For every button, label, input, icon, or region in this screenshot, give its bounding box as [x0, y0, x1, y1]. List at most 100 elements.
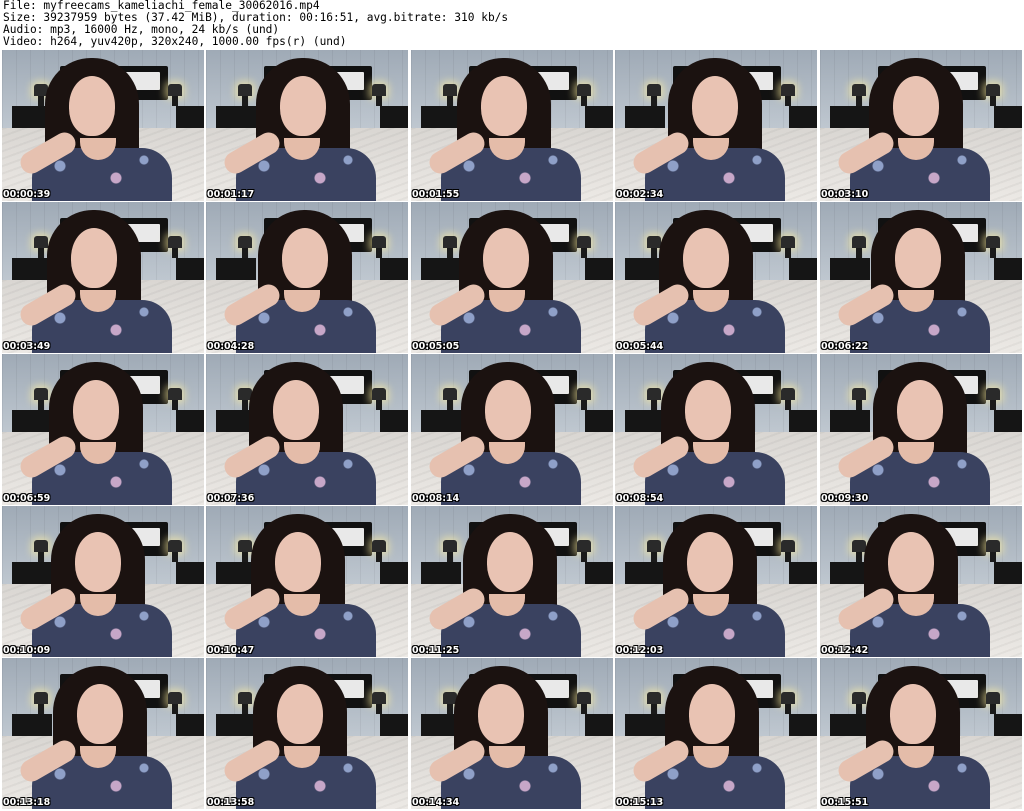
- lamp-icon: [781, 236, 795, 258]
- lamp-icon: [238, 692, 252, 714]
- video-thumbnail[interactable]: 00:05:44: [615, 202, 817, 353]
- lamp-icon: [34, 540, 48, 562]
- video-thumbnail[interactable]: 00:14:34: [411, 658, 613, 809]
- timestamp-label: 00:03:49: [3, 341, 51, 352]
- video-thumbnail[interactable]: 00:03:10: [820, 50, 1022, 201]
- lamp-icon: [986, 236, 1000, 258]
- nightstand: [176, 562, 204, 584]
- video-thumbnail[interactable]: 00:10:47: [206, 506, 408, 657]
- lamp-icon: [238, 236, 252, 258]
- video-thumbnail[interactable]: 00:07:36: [206, 354, 408, 505]
- video-thumbnail[interactable]: 00:06:22: [820, 202, 1022, 353]
- lamp-icon: [781, 540, 795, 562]
- person-face: [273, 380, 319, 440]
- video-thumbnail[interactable]: 00:02:34: [615, 50, 817, 201]
- video-thumbnail[interactable]: 00:04:28: [206, 202, 408, 353]
- video-thumbnail[interactable]: 00:01:55: [411, 50, 613, 201]
- person-face: [483, 228, 529, 288]
- lamp-icon: [577, 84, 591, 106]
- person-face: [687, 532, 733, 592]
- person-face: [895, 228, 941, 288]
- nightstand: [176, 258, 204, 280]
- video-thumbnail[interactable]: 00:08:54: [615, 354, 817, 505]
- nightstand: [625, 106, 665, 128]
- timestamp-label: 00:04:28: [207, 341, 255, 352]
- lamp-icon: [577, 692, 591, 714]
- lamp-icon: [372, 540, 386, 562]
- lamp-icon: [443, 236, 457, 258]
- video-thumbnail[interactable]: 00:08:14: [411, 354, 613, 505]
- video-thumbnail[interactable]: 00:06:59: [2, 354, 204, 505]
- person-face: [282, 228, 328, 288]
- timestamp-label: 00:15:51: [821, 797, 869, 808]
- timestamp-label: 00:14:34: [412, 797, 460, 808]
- nightstand: [994, 410, 1022, 432]
- lamp-icon: [577, 236, 591, 258]
- nightstand: [176, 714, 204, 736]
- nightstand: [625, 714, 665, 736]
- lamp-icon: [443, 540, 457, 562]
- video-thumbnail[interactable]: 00:09:30: [820, 354, 1022, 505]
- lamp-icon: [443, 388, 457, 410]
- video-thumbnail[interactable]: 00:03:49: [2, 202, 204, 353]
- nightstand: [789, 258, 817, 280]
- timestamp-label: 00:00:39: [3, 189, 51, 200]
- person-face: [689, 684, 735, 744]
- nightstand: [176, 106, 204, 128]
- timestamp-label: 00:11:25: [412, 645, 460, 656]
- nightstand: [625, 410, 665, 432]
- lamp-icon: [372, 236, 386, 258]
- nightstand: [421, 562, 461, 584]
- lamp-icon: [647, 388, 661, 410]
- nightstand: [994, 562, 1022, 584]
- video-thumbnail[interactable]: 00:00:39: [2, 50, 204, 201]
- person-face: [485, 380, 531, 440]
- nightstand: [216, 258, 256, 280]
- nightstand: [216, 714, 256, 736]
- nightstand: [830, 714, 870, 736]
- nightstand: [12, 258, 52, 280]
- thumbnail-grid: 00:00:39 00:01:17 00:01:55 00:02:34 00:03:10…: [2, 50, 1022, 809]
- video-thumbnail[interactable]: 00:05:05: [411, 202, 613, 353]
- timestamp-label: 00:06:22: [821, 341, 869, 352]
- timestamp-label: 00:09:30: [821, 493, 869, 504]
- video-thumbnail[interactable]: 00:13:58: [206, 658, 408, 809]
- nightstand: [380, 410, 408, 432]
- person-face: [69, 76, 115, 136]
- lamp-icon: [372, 692, 386, 714]
- lamp-icon: [168, 540, 182, 562]
- nightstand: [830, 410, 870, 432]
- person-face: [893, 76, 939, 136]
- video-thumbnail[interactable]: 00:15:51: [820, 658, 1022, 809]
- lamp-icon: [34, 388, 48, 410]
- video-thumbnail[interactable]: 00:13:18: [2, 658, 204, 809]
- nightstand: [585, 106, 613, 128]
- nightstand: [585, 562, 613, 584]
- video-thumbnail[interactable]: 00:12:42: [820, 506, 1022, 657]
- lamp-icon: [577, 540, 591, 562]
- timestamp-label: 00:13:18: [3, 797, 51, 808]
- lamp-icon: [238, 84, 252, 106]
- timestamp-label: 00:05:05: [412, 341, 460, 352]
- nightstand: [380, 258, 408, 280]
- lamp-icon: [34, 692, 48, 714]
- nightstand: [789, 562, 817, 584]
- nightstand: [830, 106, 870, 128]
- nightstand: [789, 714, 817, 736]
- person-face: [487, 532, 533, 592]
- lamp-icon: [168, 84, 182, 106]
- video-thumbnail[interactable]: 00:11:25: [411, 506, 613, 657]
- person-face: [890, 684, 936, 744]
- timestamp-label: 00:12:42: [821, 645, 869, 656]
- lamp-icon: [168, 388, 182, 410]
- video-thumbnail[interactable]: 00:10:09: [2, 506, 204, 657]
- timestamp-label: 00:15:13: [616, 797, 664, 808]
- nightstand: [625, 562, 665, 584]
- nightstand: [994, 714, 1022, 736]
- video-thumbnail[interactable]: 00:12:03: [615, 506, 817, 657]
- nightstand: [12, 410, 52, 432]
- person-face: [75, 532, 121, 592]
- video-thumbnail[interactable]: 00:01:17: [206, 50, 408, 201]
- video-thumbnail[interactable]: 00:15:13: [615, 658, 817, 809]
- timestamp-label: 00:13:58: [207, 797, 255, 808]
